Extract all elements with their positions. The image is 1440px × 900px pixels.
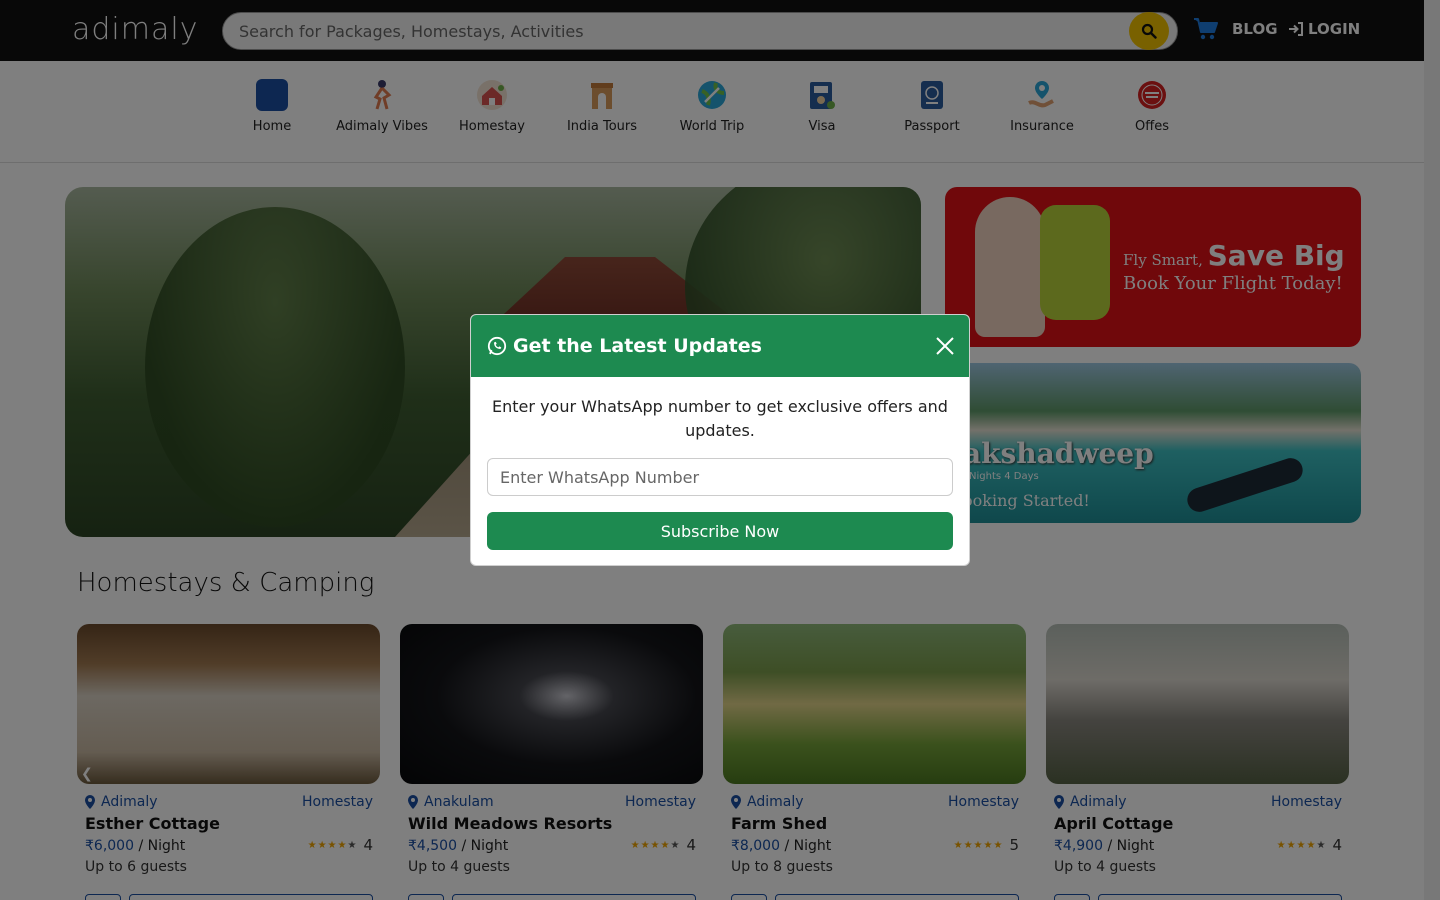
whatsapp-icon <box>487 336 507 356</box>
modal-description: Enter your WhatsApp number to get exclus… <box>492 397 948 440</box>
subscribe-button[interactable]: Subscribe Now <box>487 512 953 550</box>
whatsapp-subscribe-modal: Get the Latest Updates Enter your WhatsA… <box>470 314 970 566</box>
whatsapp-number-input[interactable] <box>487 458 953 496</box>
modal-title: Get the Latest Updates <box>513 335 762 357</box>
modal-header: Get the Latest Updates <box>471 315 969 377</box>
close-icon[interactable] <box>935 336 955 356</box>
